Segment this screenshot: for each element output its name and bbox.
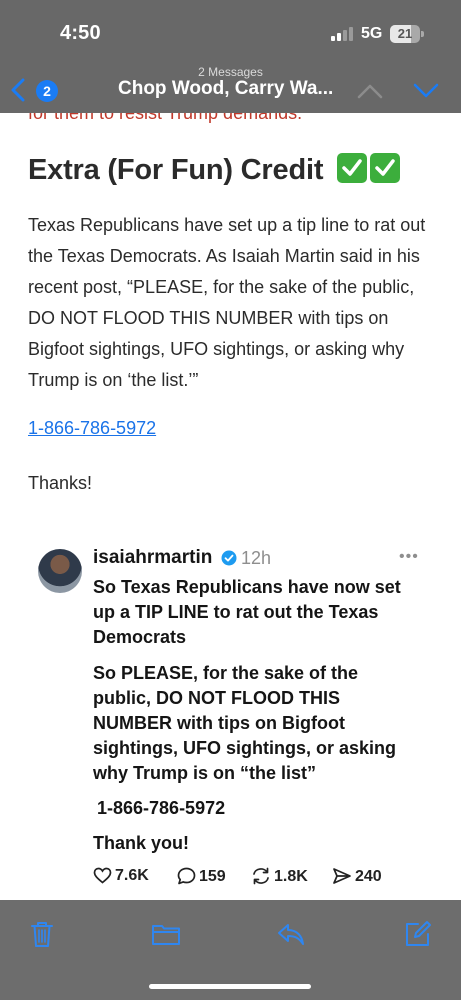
post-text-2: So PLEASE, for the sake of the public, D…: [93, 663, 397, 783]
more-options-icon: •••: [399, 548, 419, 565]
post-thank-you: Thank you!: [93, 833, 190, 853]
email-body: for them to resist Trump demands. Extra …: [0, 113, 461, 900]
folder-icon[interactable]: [151, 919, 181, 949]
section-heading: Extra (For Fun) Credit: [28, 153, 403, 191]
home-indicator[interactable]: [149, 984, 311, 989]
trash-icon[interactable]: [27, 919, 57, 949]
status-bar: 4:50 5G 21: [0, 0, 461, 60]
next-message-icon[interactable]: [412, 82, 440, 100]
post-time: 12h: [241, 548, 272, 568]
comments-stat: 159: [177, 867, 226, 886]
avatar: [38, 549, 82, 593]
post-username: isaiahrmartin: [93, 547, 213, 568]
reply-icon[interactable]: [276, 919, 306, 949]
back-chevron-icon[interactable]: [10, 78, 26, 102]
reposts-count: 1.8K: [274, 868, 308, 885]
cut-off-text: for them to resist Trump demands.: [28, 113, 303, 123]
embedded-post: isaiahrmartin 12h ••• So Texas Republica…: [30, 538, 430, 900]
battery-percent: 21: [397, 26, 413, 41]
likes-count: 7.6K: [115, 867, 149, 884]
likes-stat: 7.6K: [93, 867, 149, 885]
body-paragraph: Texas Republicans have set up a tip line…: [28, 215, 426, 390]
verified-badge-icon: [221, 550, 237, 566]
repost-icon: [253, 867, 269, 885]
status-time: 4:50: [60, 22, 101, 44]
message-count: 2 Messages: [198, 65, 263, 79]
compose-icon[interactable]: [403, 919, 433, 949]
shares-count: 240: [355, 868, 382, 885]
battery-icon: 21: [390, 25, 424, 43]
comments-count: 159: [199, 868, 226, 885]
reposts-stat: 1.8K: [251, 867, 308, 886]
comment-icon: [177, 867, 196, 885]
check-mark-icon: [337, 153, 368, 183]
signal-icon: [331, 27, 355, 41]
check-mark-icon: [370, 153, 401, 183]
mail-header: 4:50 5G 21 2 2 Messages Chop Wood, Carry…: [0, 0, 461, 113]
phone-link[interactable]: 1-866-786-5972: [28, 418, 156, 439]
email-subject: Chop Wood, Carry Wa...: [118, 78, 334, 99]
previous-message-icon[interactable]: [356, 82, 384, 100]
network-type: 5G: [361, 25, 383, 42]
post-phone: 1-866-786-5972: [97, 798, 226, 818]
heart-icon: [93, 867, 112, 884]
sign-off-text: Thanks!: [28, 473, 93, 493]
post-stats: 7.6K 159 1.8K 240: [93, 865, 423, 889]
post-text-1: So Texas Republicans have now set up a T…: [93, 577, 401, 647]
send-icon: [333, 868, 351, 884]
section-heading-text: Extra (For Fun) Credit: [28, 154, 324, 186]
shares-stat: 240: [332, 867, 382, 886]
mailbox-count-badge[interactable]: 2: [36, 80, 58, 102]
